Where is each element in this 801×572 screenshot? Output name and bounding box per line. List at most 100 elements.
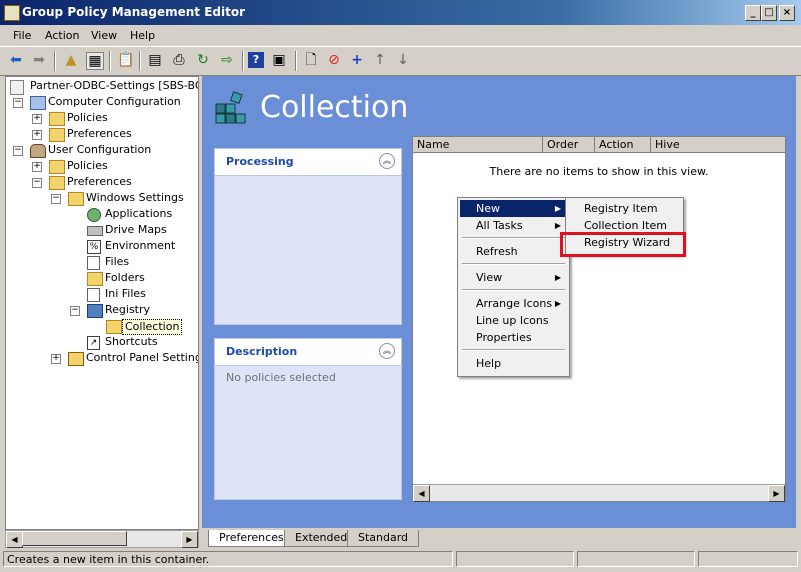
menu-bar: File Action View Help (0, 25, 801, 45)
tab-preferences[interactable]: Preferences (208, 530, 295, 547)
status-bar: Creates a new item in this container. (0, 550, 801, 572)
show-hide-tree-icon[interactable]: ▦ (86, 52, 104, 70)
processing-panel: Processing ︽ (214, 148, 402, 325)
menu-item-line-up-icons[interactable]: Line up Icons (460, 312, 567, 329)
tree-item-registry[interactable]: − Registry (6, 303, 196, 319)
list-horizontal-scrollbar[interactable]: ◀ ▶ (413, 484, 785, 502)
tree-item-computer-configuration[interactable]: − Computer Configuration (6, 95, 196, 111)
menu-item-arrange-icons[interactable]: Arrange Icons ▶ (460, 295, 567, 312)
scroll-left-icon[interactable]: ◀ (413, 485, 430, 502)
expand-icon[interactable]: + (51, 354, 61, 364)
status-cell (698, 551, 798, 567)
menu-action[interactable]: Action (45, 29, 79, 42)
scroll-thumb[interactable] (22, 531, 127, 546)
export-icon[interactable]: ⇨ (219, 52, 235, 68)
applications-icon (87, 208, 101, 222)
collapse-icon[interactable]: − (13, 146, 23, 156)
tree-item-policies[interactable]: + Policies (6, 159, 196, 175)
tree-item-collection[interactable]: Collection (6, 319, 196, 335)
menu-item-help[interactable]: Help (460, 355, 567, 372)
menu-help[interactable]: Help (130, 29, 155, 42)
collapse-icon[interactable]: − (32, 178, 42, 188)
collapse-chevron-icon[interactable]: ︽ (379, 343, 395, 359)
tree-item-folders[interactable]: Folders (6, 271, 196, 287)
refresh-icon[interactable]: ↻ (195, 52, 211, 68)
properties-icon[interactable]: ▤ (147, 52, 163, 68)
tree-item-ini-files[interactable]: Ini Files (6, 287, 196, 303)
drive-icon (87, 226, 103, 236)
tree-item-shortcuts[interactable]: ↗ Shortcuts (6, 335, 196, 351)
tree-item-windows-settings[interactable]: − Windows Settings (6, 191, 196, 207)
maximize-button[interactable]: □ (761, 5, 777, 21)
collapse-chevron-icon[interactable]: ︽ (379, 153, 395, 169)
tab-standard[interactable]: Standard (347, 530, 420, 547)
expand-icon[interactable]: + (32, 162, 42, 172)
new-document-icon[interactable]: 🗋 (303, 52, 319, 68)
menu-view[interactable]: View (91, 29, 117, 42)
tree-item-preferences[interactable]: − Preferences (6, 175, 196, 191)
menu-item-new[interactable]: New ▶ (460, 200, 567, 217)
scroll-left-icon[interactable]: ◀ (6, 531, 23, 548)
submenu-arrow-icon: ▶ (554, 273, 561, 282)
expand-icon[interactable]: + (32, 130, 42, 140)
menu-item-view[interactable]: View ▶ (460, 269, 567, 286)
collapse-icon[interactable]: − (70, 306, 80, 316)
folder-icon (49, 112, 65, 126)
stop-icon[interactable]: ⊘ (326, 52, 342, 68)
up-folder-icon[interactable]: ▲ (63, 52, 79, 68)
shortcut-icon: ↗ (87, 336, 100, 350)
print-icon[interactable]: ⎙ (171, 52, 187, 68)
scroll-right-icon[interactable]: ▶ (768, 485, 785, 502)
column-header-action[interactable]: Action (595, 137, 651, 153)
collapse-icon[interactable]: − (51, 194, 61, 204)
folder-icon (87, 272, 103, 286)
environment-icon: % (87, 240, 101, 254)
gpo-icon (10, 80, 24, 95)
collapse-icon[interactable]: − (13, 98, 23, 108)
expand-icon[interactable]: + (32, 114, 42, 124)
tree-item-control-panel-settings[interactable]: + Control Panel Settings (6, 351, 198, 367)
tree-item-files[interactable]: Files (6, 255, 196, 271)
close-button[interactable]: × (779, 5, 795, 21)
empty-message: There are no items to show in this view. (489, 165, 709, 178)
processing-header: Processing ︽ (215, 149, 401, 176)
registry-icon (87, 304, 103, 318)
help-icon[interactable]: ? (248, 52, 264, 68)
folder-icon (49, 160, 65, 174)
view-icon[interactable]: ▣ (271, 52, 287, 68)
tree-item-drive-maps[interactable]: Drive Maps (6, 223, 196, 239)
tree-item-applications[interactable]: Applications (6, 207, 196, 223)
column-header-hive[interactable]: Hive (651, 137, 785, 153)
scroll-right-icon[interactable]: ▶ (181, 531, 198, 548)
tree-item-preferences[interactable]: + Preferences (6, 127, 196, 143)
menu-file[interactable]: File (13, 29, 31, 42)
description-panel: Description ︽ No policies selected (214, 338, 402, 500)
move-up-icon[interactable]: ↑ (372, 52, 388, 68)
highlight-callout-box (560, 232, 686, 257)
tree-item-user-configuration[interactable]: − User Configuration (6, 143, 196, 159)
back-arrow-icon[interactable]: ⬅ (8, 52, 24, 68)
menu-item-refresh[interactable]: Refresh (460, 243, 567, 260)
folder-icon (49, 176, 65, 190)
folder-icon (68, 192, 84, 206)
tree-item-environment[interactable]: % Environment (6, 239, 196, 255)
move-down-icon[interactable]: ↓ (395, 52, 411, 68)
window-title: Group Policy Management Editor (22, 5, 246, 19)
add-icon[interactable]: + (349, 52, 365, 68)
forward-arrow-icon[interactable]: ➡ (31, 52, 47, 68)
column-header-order[interactable]: Order (543, 137, 595, 153)
copy-icon[interactable]: 📋 (117, 52, 134, 68)
page-title: Collection (260, 90, 409, 125)
tree-item-policies[interactable]: + Policies (6, 111, 196, 127)
menu-item-registry-item[interactable]: Registry Item (568, 200, 681, 217)
menu-item-properties[interactable]: Properties (460, 329, 567, 346)
view-tabs: Preferences Extended Standard (202, 530, 796, 548)
ini-file-icon (87, 288, 100, 302)
tree-horizontal-scrollbar[interactable]: ◀ ▶ (5, 530, 199, 548)
menu-item-all-tasks[interactable]: All Tasks ▶ (460, 217, 567, 234)
menu-separator (462, 237, 565, 239)
column-header-name[interactable]: Name (413, 137, 543, 153)
menu-separator (462, 263, 565, 265)
menu-separator (462, 289, 565, 291)
minimize-button[interactable]: _ (745, 5, 761, 21)
